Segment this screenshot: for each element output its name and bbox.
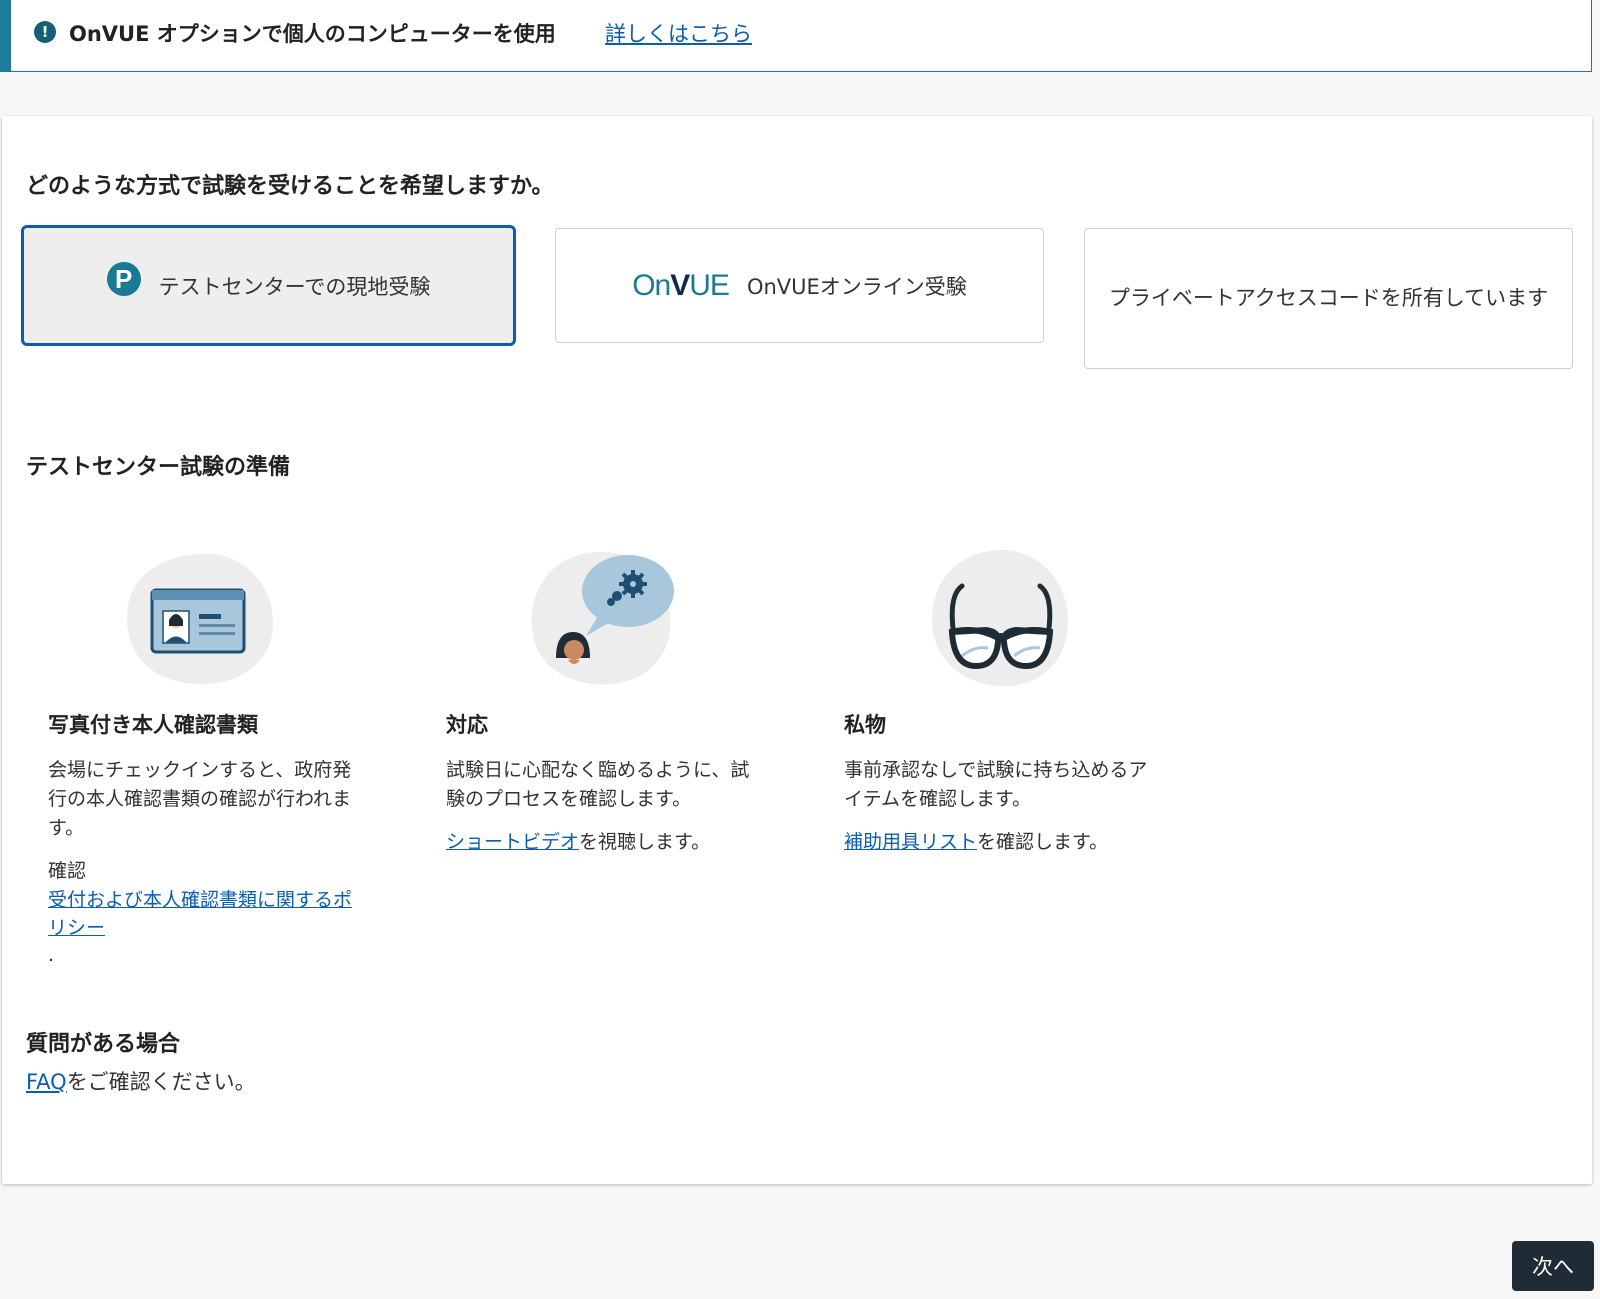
pearson-logo-icon: P <box>106 261 141 296</box>
person-thinking-icon <box>531 551 674 685</box>
banner-accent-bar <box>0 0 11 72</box>
notice-banner: ! OnVUE オプションで個人のコンピューターを使用 詳しくはこちら <box>0 0 1592 72</box>
faq-suffix: をご確認ください。 <box>66 1070 256 1094</box>
onvue-logo-icon: OnVUE <box>632 268 730 302</box>
aids-link-line: 補助用具リストを確認します。 <box>844 828 1108 857</box>
option-test-center[interactable]: P テストセンターでの現地受験 <box>21 225 516 346</box>
prep-item-title: 写真付き本人確認書類 <box>48 713 258 737</box>
prep-item-trailing-dot: . <box>48 944 55 966</box>
comfort-aids-list-link[interactable]: 補助用具リスト <box>844 831 977 853</box>
main-card: どのような方式で試験を受けることを希望しますか。 P テストセンターでの現地受験… <box>2 116 1592 1184</box>
short-video-link[interactable]: ショートビデオ <box>446 831 579 853</box>
banner-text: OnVUE オプションで個人のコンピューターを使用 <box>69 22 556 46</box>
prep-item-title: 私物 <box>844 713 886 737</box>
prep-item-desc: 会場にチェックインすると、政府発行の本人確認書類の確認が行われます。 <box>48 759 352 839</box>
faq-link[interactable]: FAQ <box>26 1070 67 1094</box>
exclamation-icon: ! <box>34 21 56 43</box>
prep-item-desc: 事前承認なしで試験に持ち込めるアイテムを確認します。 <box>844 759 1148 810</box>
option-onvue-label: OnVUEオンライン受験 <box>746 274 967 299</box>
option-onvue-online[interactable]: OnVUE OnVUEオンライン受験 <box>555 228 1044 343</box>
id-card-icon <box>127 553 274 685</box>
prep-item-confirm-label: 確認 <box>48 860 87 882</box>
glasses-icon <box>931 549 1069 687</box>
aids-link-suffix: を確認します。 <box>977 831 1109 853</box>
prep-section-title: テストセンター試験の準備 <box>26 455 291 480</box>
video-link-line: ショートビデオを視聴します。 <box>446 828 710 857</box>
delivery-question: どのような方式で試験を受けることを希望しますか。 <box>26 174 554 199</box>
prep-item-desc: 試験日に心配なく臨めるように、試験のプロセスを確認します。 <box>446 759 750 810</box>
video-link-suffix: を視聴します。 <box>579 831 711 853</box>
option-test-center-label: テストセンターでの現地受験 <box>158 274 431 299</box>
prep-item-title: 対応 <box>446 713 488 737</box>
option-private-access-code[interactable]: プライベートアクセスコードを所有しています <box>1084 228 1573 369</box>
option-private-label: プライベートアクセスコードを所有しています <box>1108 286 1549 310</box>
banner-learn-more-link[interactable]: 詳しくはこちら <box>605 18 752 48</box>
id-policy-link[interactable]: 受付および本人確認書類に関するポリシー <box>48 889 352 939</box>
faq-title: 質問がある場合 <box>26 1032 181 1057</box>
faq-line: FAQをご確認ください。 <box>26 1066 256 1096</box>
next-button[interactable]: 次へ <box>1512 1241 1594 1291</box>
